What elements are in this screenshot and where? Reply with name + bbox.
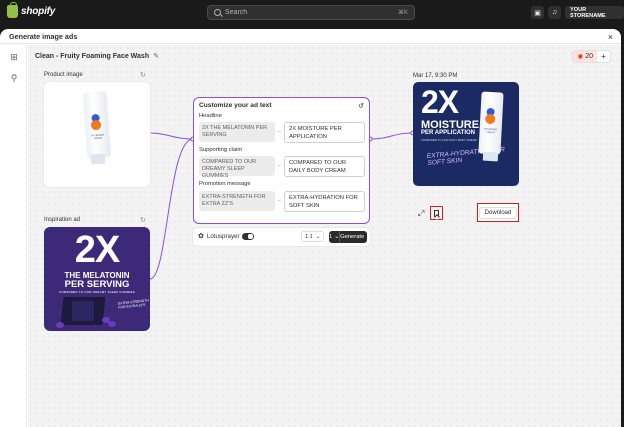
arrow-right-icon: →: [276, 128, 282, 134]
promotion-message-input[interactable]: EXTRA-HYDRATION FOR SOFT SKIN: [284, 191, 365, 212]
inspiration-ad-card[interactable]: 2X THE MELATONIN PER SERVING COMPARED TO…: [44, 227, 150, 331]
promotion-message-label: Promotion message: [199, 181, 251, 187]
promotion-message-original: EXTRA-STRENGTH FOR EXTRA ZZ'S: [199, 191, 275, 211]
chevron-down-icon: ⌄: [334, 234, 340, 240]
result-headline-line2: PER APPLICATION: [421, 130, 476, 136]
arrow-right-icon: →: [366, 234, 373, 240]
close-icon[interactable]: ×: [608, 32, 613, 42]
result-headline-big: 2X: [421, 84, 459, 120]
supporting-claim-label: Supporting claim: [199, 147, 243, 153]
reset-icon[interactable]: ↺: [358, 102, 364, 110]
shopify-logo[interactable]: shopify: [7, 2, 56, 18]
search-shortcut: ⌘K: [397, 10, 408, 16]
bookmark-icon: [434, 209, 439, 217]
headline-input[interactable]: 2X MOISTURE PER APPLICATION: [284, 122, 365, 143]
tube-label: MY BRAND FRESH: [91, 133, 105, 141]
aspect-ratio-select[interactable]: 1:1 ⌄: [301, 231, 325, 242]
quantity-value: 1: [329, 234, 333, 240]
product-tube-image: MY BRAND FRESH: [478, 91, 504, 155]
refresh-icon[interactable]: ↻: [140, 71, 146, 79]
image-add-icon[interactable]: ⊞: [9, 52, 19, 62]
store-icon[interactable]: ▣: [531, 6, 544, 19]
product-image-card[interactable]: MY BRAND FRESH: [44, 82, 150, 187]
search-input[interactable]: [225, 9, 398, 16]
ad-headline-line2: PER SERVING: [64, 279, 130, 290]
sheet-title: Generate image ads: [9, 31, 78, 41]
person-icon[interactable]: ⚲: [9, 73, 19, 83]
supporting-claim-original: COMPARED TO OUR DREAMY SLEEP GUMMIES: [199, 156, 275, 179]
lotus-icon: ✿: [198, 233, 204, 240]
generate-button[interactable]: Generate →: [340, 234, 372, 240]
ad-supporting-claim: COMPARED TO OUR DREAMY SLEEP GUMMIES: [59, 290, 135, 294]
generate-group: 1 ⌄ Generate →: [329, 231, 372, 243]
inspiration-ad-label: Inspiration ad: [44, 217, 81, 223]
aspect-ratio-value: 1:1: [305, 233, 313, 240]
arrow-right-icon: →: [276, 162, 282, 168]
download-button[interactable]: Download: [477, 203, 519, 222]
generate-label: Generate: [340, 234, 365, 240]
tube-label: MY BRAND FRESH: [484, 127, 498, 135]
expand-icon[interactable]: ⤢: [418, 209, 424, 219]
generate-bar: ✿ Lotusprayer 1:1 ⌄ 1 ⌄ Generate →: [193, 228, 372, 246]
sheet-header: Generate image ads: [0, 29, 621, 44]
generated-ad-card[interactable]: 2X MOISTURE PER APPLICATION COMPARED TO …: [413, 82, 519, 186]
result-promo-message: EXTRA-HYDRATION FOR SOFT SKIN: [426, 146, 506, 168]
bookmark-button[interactable]: [430, 206, 443, 220]
model-name: Lotusprayer: [206, 232, 240, 240]
result-supporting-claim: COMPARED TO OUR DAILY BODY CREAM: [421, 138, 477, 142]
search-bar[interactable]: ⌘K: [207, 5, 415, 20]
left-rail: ⊞ ⚲: [0, 45, 27, 427]
ad-text-editor: Customize your ad text ↺ Headline 2X THE…: [193, 97, 370, 224]
model-selector[interactable]: ✿ Lotusprayer: [198, 232, 240, 241]
download-label: Download: [478, 206, 518, 219]
search-icon: [214, 9, 221, 16]
ad-headline-big: 2X: [74, 229, 120, 271]
bell-icon[interactable]: ♫: [548, 6, 561, 19]
editor-title: Customize your ad text: [199, 102, 272, 109]
product-tube-image: MY BRAND FRESH: [83, 91, 111, 157]
top-bar: shopify ⌘K ▣ ♫ YOUR STORENAME: [0, 0, 624, 25]
headline-original: 2X THE MELATONIN PER SERVING: [199, 122, 275, 142]
result-timestamp: Mar 17, 9:30 PM: [413, 73, 458, 79]
refresh-icon[interactable]: ↻: [140, 216, 146, 224]
generate-image-ads-sheet: Generate image ads × ⊞ ⚲ Clean - Fruity …: [0, 29, 621, 427]
arrow-right-icon: →: [276, 197, 282, 203]
quantity-select[interactable]: 1 ⌄: [329, 231, 341, 243]
headline-label: Headline: [199, 113, 222, 119]
chevron-down-icon: ⌄: [315, 233, 321, 240]
model-toggle[interactable]: [242, 233, 254, 240]
product-image-label: Product image: [44, 72, 83, 78]
store-name-button[interactable]: YOUR STORENAME: [565, 6, 624, 19]
brand-name: shopify: [21, 6, 56, 17]
shopify-bag-icon: [7, 2, 18, 18]
ad-promo-message: EXTRA-STRENGTH FOR EXTRA ZZ'S: [117, 298, 150, 310]
workflow-canvas: Clean - Fruity Foaming Face Wash ✎ ✺ 20 …: [28, 45, 621, 427]
supporting-claim-input[interactable]: COMPARED TO OUR DAILY BODY CREAM: [284, 156, 365, 177]
